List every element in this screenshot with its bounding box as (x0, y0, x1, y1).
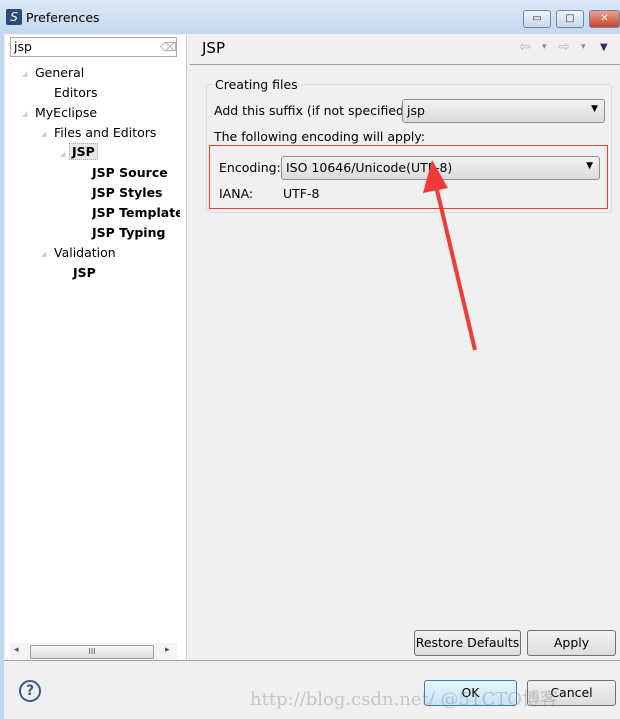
arrow-shaft (435, 189, 477, 351)
watermark: http://blog.csdn.net/ @51CTO博客 (250, 689, 558, 710)
apply-button[interactable]: Apply (527, 630, 616, 656)
arrow-head (423, 160, 448, 193)
red-arrow-annotation (423, 160, 477, 351)
help-icon[interactable]: ? (19, 680, 41, 702)
restore-defaults-button[interactable]: Restore Defaults (414, 630, 521, 656)
footer-divider (4, 660, 620, 661)
